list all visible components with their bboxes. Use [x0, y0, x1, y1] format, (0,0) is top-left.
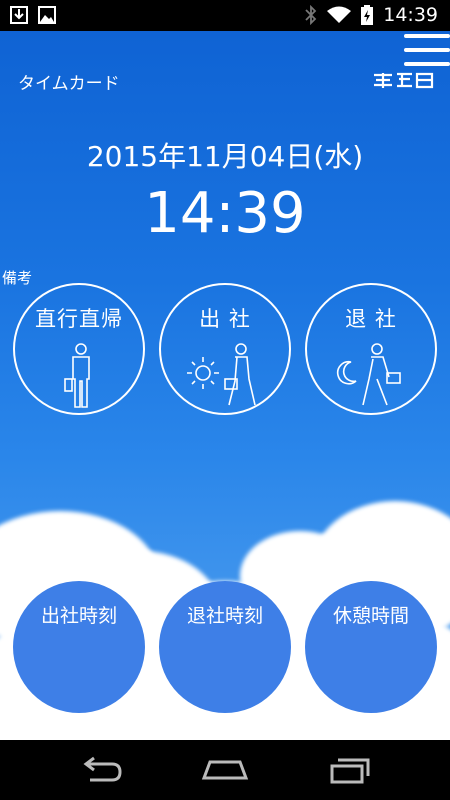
logo-icon	[374, 72, 434, 89]
direct-commute-button[interactable]: 直行直帰	[13, 283, 145, 415]
clock-in-time-button[interactable]: 出社時刻	[13, 581, 145, 713]
clock-out-time-button[interactable]: 退社時刻	[159, 581, 291, 713]
app-title: タイムカード	[18, 74, 120, 94]
clock-out-time-label: 退社時刻	[186, 605, 263, 627]
moon-icon	[336, 360, 357, 385]
navigation-bar	[0, 740, 450, 800]
current-date: 2015年11月04日(水)	[86, 140, 364, 173]
clock-in-time-label: 出社時刻	[40, 605, 117, 627]
notification-icons	[10, 6, 56, 24]
current-time: 14:39	[144, 181, 306, 246]
gallery-icon	[38, 6, 56, 24]
wifi-icon	[327, 6, 352, 23]
clock-out-label: 退 社	[345, 307, 397, 331]
break-time-button[interactable]: 休憩時間	[305, 581, 437, 713]
app-main: タイムカード 2015年11月04日(水) 14:39 備考 直行直帰 出 社	[0, 31, 450, 740]
system-status: 14:39	[305, 4, 438, 26]
back-icon[interactable]	[76, 754, 126, 786]
break-time-label: 休憩時間	[332, 605, 409, 627]
home-icon[interactable]	[200, 754, 250, 786]
clock-in-button[interactable]: 出 社	[159, 283, 291, 415]
download-icon	[10, 6, 28, 24]
screen: 14:39 タイムカード 2015年11月04日(水) 14:39 備考 直行直…	[0, 0, 450, 800]
direct-commute-label: 直行直帰	[35, 307, 123, 331]
bluetooth-icon	[305, 5, 317, 25]
walking-person-icon	[362, 343, 401, 406]
status-time: 14:39	[383, 4, 438, 26]
recent-apps-icon[interactable]	[324, 754, 374, 786]
battery-icon	[361, 5, 374, 25]
clock-in-label: 出 社	[199, 307, 251, 331]
status-bar: 14:39	[0, 0, 450, 31]
sun-icon	[187, 357, 219, 389]
person-icon	[64, 343, 90, 408]
memo-label[interactable]: 備考	[2, 267, 32, 288]
clock-out-button[interactable]: 退 社	[305, 283, 437, 415]
walking-person-icon	[224, 343, 256, 406]
